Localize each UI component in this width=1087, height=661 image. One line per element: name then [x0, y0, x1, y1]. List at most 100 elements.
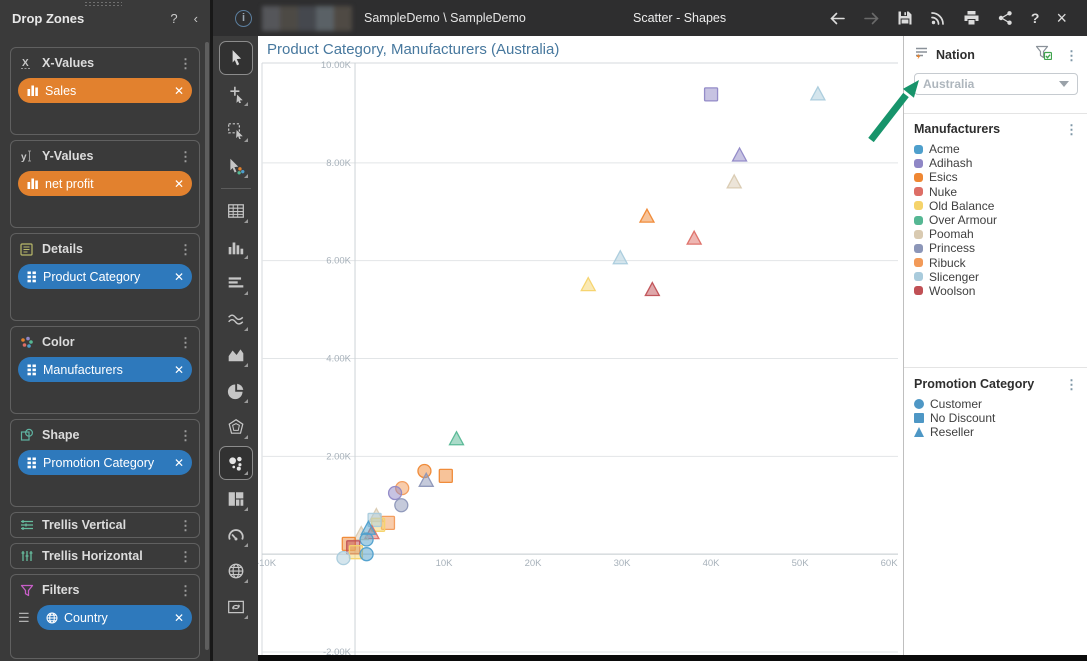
kebab-menu-icon[interactable]: ⋮: [179, 150, 192, 163]
legend-item[interactable]: Woolson: [914, 284, 1078, 298]
forward-button[interactable]: [863, 11, 880, 26]
kebab-menu-icon[interactable]: ⋮: [179, 243, 192, 256]
pill-country[interactable]: Country ✕: [37, 605, 192, 630]
remove-pill-icon[interactable]: ✕: [174, 177, 184, 191]
line-chart-visual-icon[interactable]: [219, 302, 253, 336]
pill-manufacturers[interactable]: Manufacturers ✕: [18, 357, 192, 382]
area-chart-visual-icon[interactable]: [219, 338, 253, 372]
dropzone-trellis-horizontal[interactable]: Trellis Horizontal ⋮: [10, 543, 200, 569]
dropzone-x-values[interactable]: X X-Values ⋮ Sales ✕: [10, 47, 200, 135]
manufacturers-legend-title: Manufacturers: [914, 122, 1001, 136]
scatter-plot[interactable]: 10.00K 8.00K 6.00K 4.00K 2.00K -2.00K -10K 10K 2…: [258, 36, 903, 655]
legend-item[interactable]: Adihash: [914, 156, 1078, 170]
scatter-point[interactable]: [448, 430, 465, 446]
share-icon[interactable]: [997, 10, 1014, 26]
dropzone-filters[interactable]: Filters ⋮ ☰ Country ✕: [10, 574, 200, 659]
remove-pill-icon[interactable]: ✕: [174, 363, 184, 377]
collapse-panel-icon[interactable]: ‹: [194, 11, 198, 26]
legend-item[interactable]: Acme: [914, 142, 1078, 156]
scatter-point[interactable]: [731, 146, 748, 162]
nation-dropdown[interactable]: Australia: [914, 73, 1078, 95]
select-cursor-tool-icon[interactable]: [218, 41, 253, 75]
scatter-point[interactable]: [394, 498, 409, 513]
scatter-point[interactable]: [438, 468, 453, 484]
scatter-point[interactable]: [359, 547, 374, 562]
panel-scrollbar[interactable]: [205, 42, 209, 650]
scatter-chart-visual-icon[interactable]: [218, 446, 253, 480]
highlight-points-tool-icon[interactable]: [219, 149, 253, 183]
pie-chart-visual-icon[interactable]: [219, 374, 253, 408]
legend-item[interactable]: Princess: [914, 241, 1078, 255]
legend-item[interactable]: Slicenger: [914, 270, 1078, 284]
scatter-point[interactable]: [726, 173, 743, 189]
remove-pill-icon[interactable]: ✕: [174, 611, 184, 625]
pill-product-category[interactable]: Product Category ✕: [18, 264, 192, 289]
kebab-menu-icon[interactable]: ⋮: [179, 550, 192, 563]
kebab-menu-icon[interactable]: ⋮: [1065, 123, 1078, 136]
scatter-point[interactable]: [809, 85, 826, 101]
dropzone-shape[interactable]: Shape ⋮ Promotion Category ✕: [10, 419, 200, 507]
gauge-visual-icon[interactable]: [219, 518, 253, 552]
pill-sales[interactable]: Sales ✕: [18, 78, 192, 103]
dropzone-trellis-vertical[interactable]: Trellis Vertical ⋮: [10, 512, 200, 538]
live-feed-icon[interactable]: [930, 10, 946, 26]
dropzone-color[interactable]: Color ⋮ Manufacturers ✕: [10, 326, 200, 414]
legend-item[interactable]: Customer: [914, 397, 1078, 411]
info-icon[interactable]: i: [235, 9, 252, 27]
treemap-visual-icon[interactable]: [219, 482, 253, 516]
scatter-point[interactable]: [686, 229, 703, 245]
legend-item[interactable]: Over Armour: [914, 213, 1078, 227]
filter-applied-icon[interactable]: [1035, 45, 1053, 65]
scatter-point[interactable]: [336, 550, 351, 566]
pill-net-profit[interactable]: net profit ✕: [18, 171, 192, 196]
back-button[interactable]: [829, 11, 846, 26]
legend-item[interactable]: Esics: [914, 170, 1078, 184]
legend-label: Adihash: [929, 156, 973, 171]
dropzone-y-values[interactable]: y Y-Values ⋮ net profit ✕: [10, 140, 200, 228]
dropzone-details[interactable]: Details ⋮ Product Category ✕: [10, 233, 200, 321]
legend-item[interactable]: Nuke: [914, 185, 1078, 199]
remove-pill-icon[interactable]: ✕: [174, 456, 184, 470]
manufacturers-legend-block: Manufacturers ⋮ Acme Adihash Esics Nuke Old …: [904, 114, 1087, 368]
direct-select-tool-icon[interactable]: [219, 77, 253, 111]
kebab-menu-icon[interactable]: ⋮: [179, 57, 192, 70]
kebab-menu-icon[interactable]: ⋮: [179, 584, 192, 597]
kebab-menu-icon[interactable]: ⋮: [179, 429, 192, 442]
scatter-point[interactable]: [612, 249, 629, 265]
bar-chart-visual-icon[interactable]: [219, 230, 253, 264]
promotion-legend-list: Customer No Discount Reseller: [914, 397, 1078, 440]
legend-item[interactable]: Reseller: [914, 425, 1078, 439]
filter-sort-icon[interactable]: ☰: [18, 610, 32, 626]
radar-chart-visual-icon[interactable]: [219, 410, 253, 444]
help-icon[interactable]: ?: [1031, 11, 1040, 25]
custom-visual-icon[interactable]: [219, 590, 253, 624]
kebab-menu-icon[interactable]: ⋮: [1065, 49, 1078, 62]
lasso-select-tool-icon[interactable]: [219, 113, 253, 147]
scatter-point[interactable]: [359, 532, 374, 547]
scatter-point[interactable]: [387, 485, 403, 501]
pill-promotion-category[interactable]: Promotion Category ✕: [18, 450, 192, 475]
close-icon[interactable]: ×: [1056, 9, 1067, 27]
text-bars-visual-icon[interactable]: [219, 266, 253, 300]
legend-item[interactable]: Ribuck: [914, 256, 1078, 270]
remove-pill-icon[interactable]: ✕: [174, 84, 184, 98]
legend-panel: Nation ⋮ Australia Manufacturers ⋮ Acme A…: [903, 36, 1087, 655]
legend-item[interactable]: No Discount: [914, 411, 1078, 425]
drop-zones-help-icon[interactable]: ?: [170, 11, 177, 26]
save-icon[interactable]: [897, 10, 913, 26]
scatter-point[interactable]: [703, 87, 719, 102]
legend-item[interactable]: Poomah: [914, 227, 1078, 241]
scatter-point[interactable]: [580, 276, 597, 292]
scatter-point[interactable]: [644, 281, 661, 297]
legend-item[interactable]: Old Balance: [914, 199, 1078, 213]
scatter-point[interactable]: [638, 207, 656, 223]
kebab-menu-icon[interactable]: ⋮: [1065, 378, 1078, 391]
drag-handle[interactable]: [84, 1, 122, 6]
print-icon[interactable]: [963, 10, 980, 26]
kebab-menu-icon[interactable]: ⋮: [179, 336, 192, 349]
scatter-chart-canvas[interactable]: Product Category, Manufacturers (Austral…: [258, 36, 903, 655]
table-visual-icon[interactable]: [219, 194, 253, 228]
remove-pill-icon[interactable]: ✕: [174, 270, 184, 284]
kebab-menu-icon[interactable]: ⋮: [179, 519, 192, 532]
map-visual-icon[interactable]: [219, 554, 253, 588]
